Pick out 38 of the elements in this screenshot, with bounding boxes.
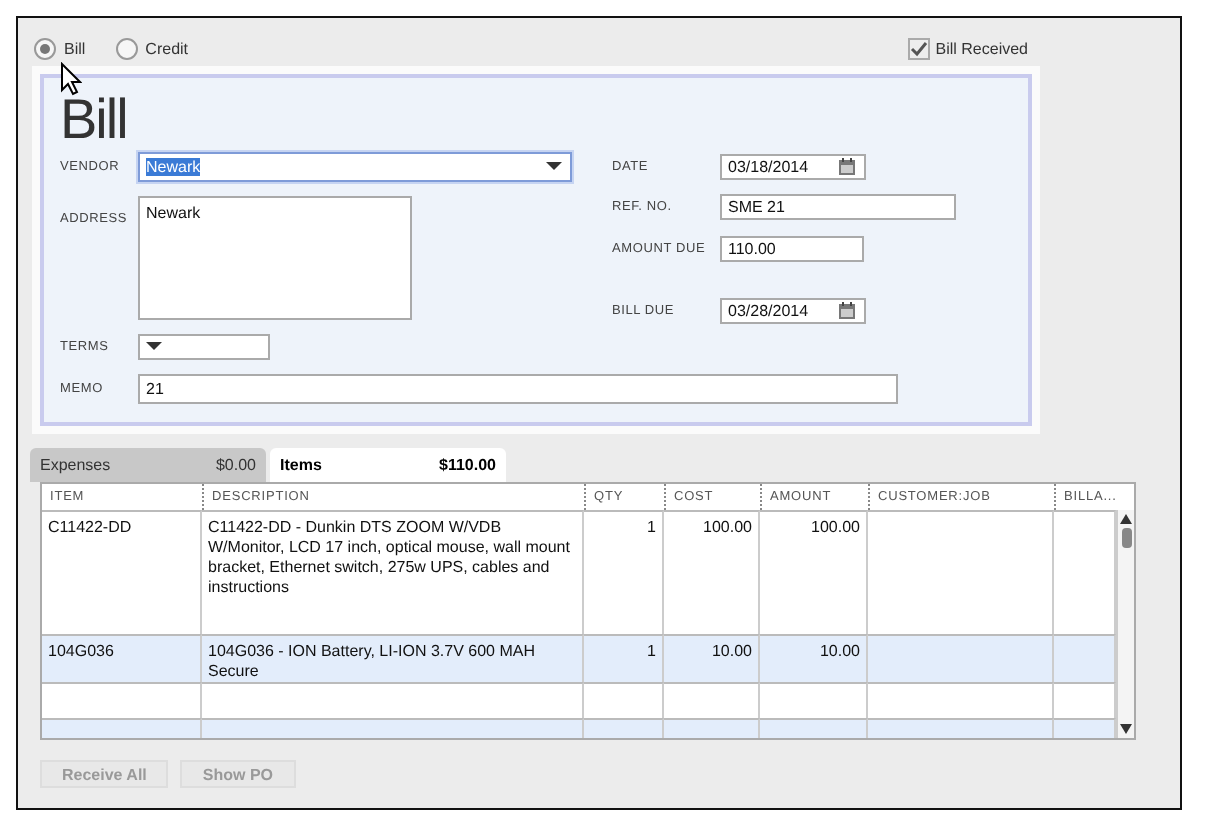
table-cell: 1	[584, 510, 664, 634]
table-cell: 100.00	[760, 510, 868, 634]
caret-icon[interactable]	[546, 162, 562, 170]
date-field[interactable]: 03/18/2014	[720, 153, 866, 179]
table-cell: 100.00	[664, 510, 760, 634]
tab[interactable]: Expenses $0.00	[30, 448, 266, 482]
tab-label[interactable]: Items	[280, 456, 322, 474]
tab[interactable]: Items $110.00	[270, 448, 506, 482]
radio-button[interactable]	[115, 37, 138, 59]
radio-label[interactable]: Credit	[145, 39, 189, 57]
checkbox-label[interactable]: Bill Received	[935, 39, 1028, 57]
table-cell: 1	[584, 634, 664, 682]
tab-amount[interactable]: $110.00	[439, 456, 496, 474]
table-cell: C11422-DD	[42, 510, 202, 634]
checkbox[interactable]	[907, 37, 930, 59]
scroll-thumb[interactable]	[1121, 528, 1131, 548]
vendor-dropdown[interactable]: Newark	[138, 151, 572, 181]
radio-button[interactable]	[34, 37, 56, 59]
scrollbar[interactable]	[1116, 510, 1134, 738]
scroll-down-icon[interactable]	[1120, 724, 1132, 734]
form-title: Bill	[60, 92, 127, 148]
table-cell: 10.00	[664, 634, 760, 682]
radio-label[interactable]: Bill	[64, 39, 86, 57]
tab-amount[interactable]: $0.00	[215, 456, 256, 474]
table-cell: 104G036	[42, 634, 202, 682]
amount-due-field[interactable]: 110.00	[720, 235, 864, 261]
scroll-up-icon[interactable]	[1120, 514, 1132, 524]
bill-due-field[interactable]: 03/28/2014	[720, 297, 866, 323]
address-field[interactable]: Newark	[138, 196, 412, 320]
caret-icon[interactable]	[146, 342, 162, 350]
table-cell: 104G036 - ION Battery, LI-ION 3.7V 600 MAH Secure	[202, 634, 584, 682]
calendar-icon[interactable]	[838, 301, 856, 319]
ref-no-field[interactable]: SME 21	[720, 193, 956, 219]
calendar-icon[interactable]	[838, 157, 856, 175]
table-cell: C11422-DD - Dunkin DTS ZOOM W/VDB W/Monitor, LCD 17 inch, optical mouse, wall mount bracket, Ethernet switch, 275w UPS, cables and instructions	[202, 510, 584, 634]
memo-field[interactable]: 21	[138, 373, 898, 403]
tab-label[interactable]: Expenses	[40, 456, 111, 474]
table-cell: 10.00	[760, 634, 868, 682]
